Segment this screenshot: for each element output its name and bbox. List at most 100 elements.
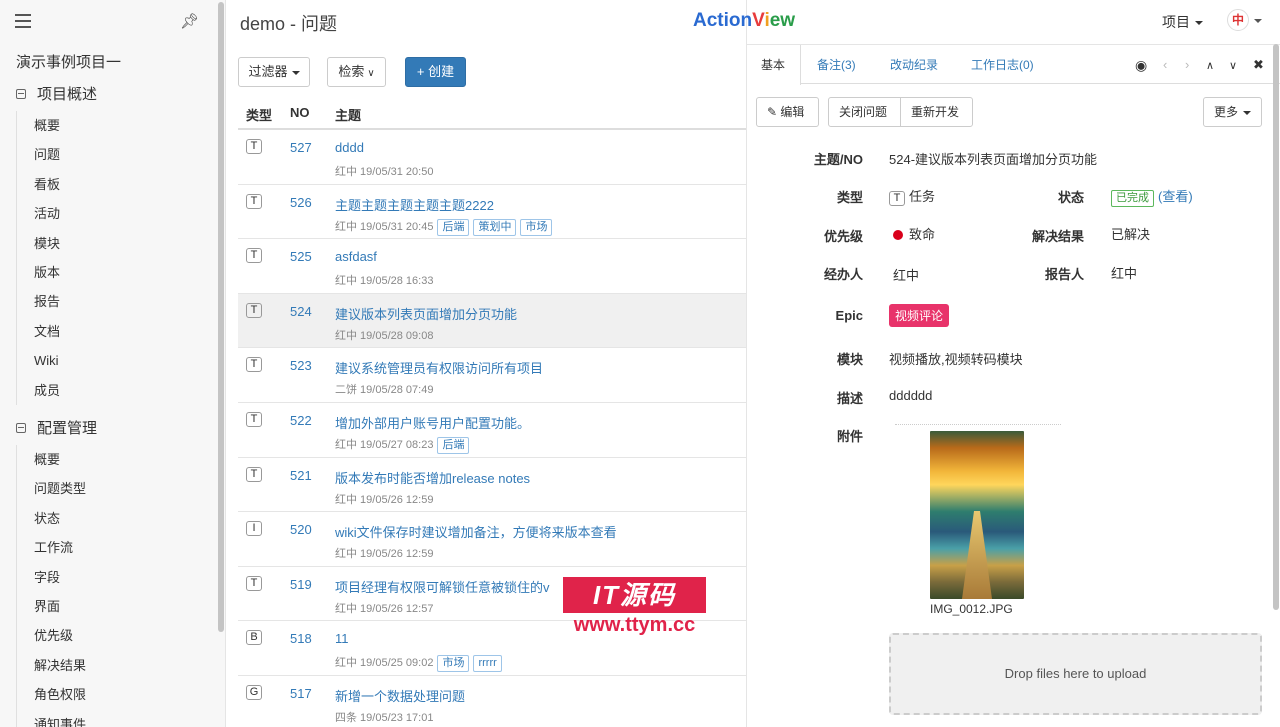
priority-value[interactable]: 致命 xyxy=(893,224,935,243)
filter-button[interactable]: 过滤器 xyxy=(238,57,310,87)
sidebar-item[interactable]: 报告 xyxy=(17,287,212,316)
label-badge[interactable]: 后端 xyxy=(437,436,470,454)
attachment-filename[interactable]: IMG_0012.JPG xyxy=(930,602,1013,616)
sidebar-item[interactable]: 解决结果 xyxy=(17,651,212,680)
issue-subject[interactable]: 建议版本列表页面增加分页功能 xyxy=(335,304,517,323)
create-button[interactable]: + 创建 xyxy=(405,57,466,87)
sidebar-item[interactable]: 角色权限 xyxy=(17,680,212,709)
label-badge[interactable]: 市场 xyxy=(437,655,470,673)
issue-no[interactable]: 526 xyxy=(290,195,312,210)
type-value[interactable]: T 任务 xyxy=(889,186,935,206)
collapse-icon[interactable] xyxy=(16,423,26,433)
table-row[interactable]: T 521 版本发布时能否增加release notes 红中 19/05/26 12… xyxy=(238,458,746,513)
close-icon[interactable]: ✖ xyxy=(1253,57,1264,73)
table-row[interactable]: T 527 dddd 红中 19/05/31 20:50 xyxy=(238,130,746,185)
module-value[interactable]: 视频播放,视频转码模块 xyxy=(889,349,1023,368)
table-row[interactable]: T 525 asfdasf 红中 19/05/28 16:33 xyxy=(238,239,746,294)
sidebar-scrollbar[interactable] xyxy=(218,2,224,632)
description-value[interactable]: dddddd xyxy=(889,388,932,403)
issue-subject[interactable]: dddd xyxy=(335,140,364,155)
tab-history[interactable]: 改动纪录 xyxy=(890,56,938,73)
assignee-value[interactable]: 红中 xyxy=(893,265,919,284)
detail-scrollbar[interactable] xyxy=(1273,44,1279,610)
issue-subject[interactable]: 增加外部用户账号用户配置功能。 xyxy=(335,413,530,432)
sidebar-item[interactable]: 活动 xyxy=(17,199,212,228)
issue-subject[interactable]: 新增一个数据处理问题 xyxy=(335,686,465,705)
sidebar-item[interactable]: 问题 xyxy=(17,140,212,169)
status-view-link[interactable]: (查看) xyxy=(1158,189,1193,204)
issue-subject[interactable]: 主题主题主题主题主题2222 xyxy=(335,195,494,214)
col-type[interactable]: 类型 xyxy=(246,105,272,124)
sidebar-item[interactable]: 优先级 xyxy=(17,621,212,650)
issue-subject[interactable]: 建议系统管理员有权限访问所有项目 xyxy=(335,358,543,377)
table-row[interactable]: T 526 主题主题主题主题主题2222 红中 19/05/31 20:45 后端 策划中… xyxy=(238,185,746,240)
label-badge[interactable]: 市场 xyxy=(520,218,553,236)
project-name[interactable]: 演示事例项目一 xyxy=(16,51,121,72)
group-project-overview[interactable]: 项目概述 xyxy=(16,83,97,104)
group-config-management[interactable]: 配置管理 xyxy=(16,417,97,438)
chevron-right-icon[interactable]: › xyxy=(1185,57,1189,72)
sidebar-item[interactable]: 看板 xyxy=(17,170,212,199)
col-no[interactable]: NO xyxy=(290,105,310,120)
issue-no[interactable]: 522 xyxy=(290,413,312,428)
chevron-left-icon[interactable]: ‹ xyxy=(1163,57,1167,72)
pin-icon[interactable]: 📌︎ xyxy=(180,12,199,30)
sidebar-item[interactable]: 界面 xyxy=(17,592,212,621)
table-row[interactable]: G 517 新增一个数据处理问题 四条 19/05/23 17:01 xyxy=(238,676,746,727)
file-dropzone[interactable]: Drop files here to upload xyxy=(889,633,1262,715)
issue-no[interactable]: 519 xyxy=(290,577,312,592)
more-button[interactable]: 更多 xyxy=(1203,97,1262,127)
hamburger-menu-icon[interactable] xyxy=(15,14,31,28)
chevron-down-icon[interactable]: ∨ xyxy=(1229,59,1237,72)
sidebar-item[interactable]: 通知事件 xyxy=(17,710,212,727)
issue-no[interactable]: 521 xyxy=(290,468,312,483)
chevron-up-icon[interactable]: ∧ xyxy=(1206,59,1214,72)
epic-value[interactable]: 视频评论 xyxy=(889,304,950,327)
project-menu[interactable]: 项目 xyxy=(1162,12,1203,32)
sidebar-item[interactable]: 版本 xyxy=(17,258,212,287)
tab-worklog[interactable]: 工作日志(0) xyxy=(971,56,1034,73)
sidebar-item[interactable]: 概要 xyxy=(17,111,212,140)
issue-no[interactable]: 520 xyxy=(290,522,312,537)
sidebar-item[interactable]: 状态 xyxy=(17,504,212,533)
sidebar-item[interactable]: 文档 xyxy=(17,317,212,346)
issue-no[interactable]: 523 xyxy=(290,358,312,373)
edit-button[interactable]: ✎ 编辑 xyxy=(756,97,819,127)
tab-comments[interactable]: 备注(3) xyxy=(817,56,856,73)
search-button[interactable]: 检索 ∨ xyxy=(327,57,386,87)
reporter-value[interactable]: 红中 xyxy=(1111,263,1137,282)
reopen-button[interactable]: 重新开发 xyxy=(900,97,973,127)
issue-subject[interactable]: 版本发布时能否增加release notes xyxy=(335,468,530,487)
label-badge[interactable]: 策划中 xyxy=(473,218,517,236)
issue-no[interactable]: 527 xyxy=(290,140,312,155)
issue-no[interactable]: 517 xyxy=(290,686,312,701)
issue-subject[interactable]: asfdasf xyxy=(335,249,377,264)
issue-subject[interactable]: 项目经理有权限可解锁任意被锁住的v xyxy=(335,577,550,596)
sidebar-item[interactable]: 概要 xyxy=(17,445,212,474)
label-badge[interactable]: rrrrr xyxy=(473,655,502,673)
issue-subject[interactable]: wiki文件保存时建议增加备注，方便将来版本查看 xyxy=(335,522,617,541)
sidebar-item[interactable]: 问题类型 xyxy=(17,474,212,503)
col-subject[interactable]: 主题 xyxy=(335,105,361,124)
issue-no[interactable]: 524 xyxy=(290,304,312,319)
app-logo[interactable]: ActionView xyxy=(693,10,795,32)
issue-subject[interactable]: 11 xyxy=(335,631,349,646)
table-row[interactable]: T 523 建议系统管理员有权限访问所有项目 二饼 19/05/28 07:49 xyxy=(238,348,746,403)
collapse-icon[interactable] xyxy=(16,89,26,99)
sidebar-item[interactable]: 模块 xyxy=(17,229,212,258)
attachment-thumbnail[interactable] xyxy=(930,431,1024,599)
sidebar-item[interactable]: 成员 xyxy=(17,376,212,405)
close-issue-button[interactable]: 关闭问题 xyxy=(828,97,901,127)
caret-down-icon[interactable] xyxy=(1254,19,1262,23)
table-row[interactable]: T 524 建议版本列表页面增加分页功能 红中 19/05/28 09:08 xyxy=(238,293,746,349)
sidebar-item[interactable]: 字段 xyxy=(17,563,212,592)
label-badge[interactable]: 后端 xyxy=(437,218,470,236)
resolution-value[interactable]: 已解决 xyxy=(1111,224,1150,243)
eye-icon[interactable]: ◉ xyxy=(1135,57,1147,74)
sidebar-item[interactable]: 工作流 xyxy=(17,533,212,562)
issue-no[interactable]: 525 xyxy=(290,249,312,264)
language-avatar[interactable]: 中 xyxy=(1227,9,1249,31)
sidebar-item[interactable]: Wiki xyxy=(17,346,212,375)
issue-no[interactable]: 518 xyxy=(290,631,312,646)
table-row[interactable]: I 520 wiki文件保存时建议增加备注，方便将来版本查看 红中 19/05/26 … xyxy=(238,512,746,567)
